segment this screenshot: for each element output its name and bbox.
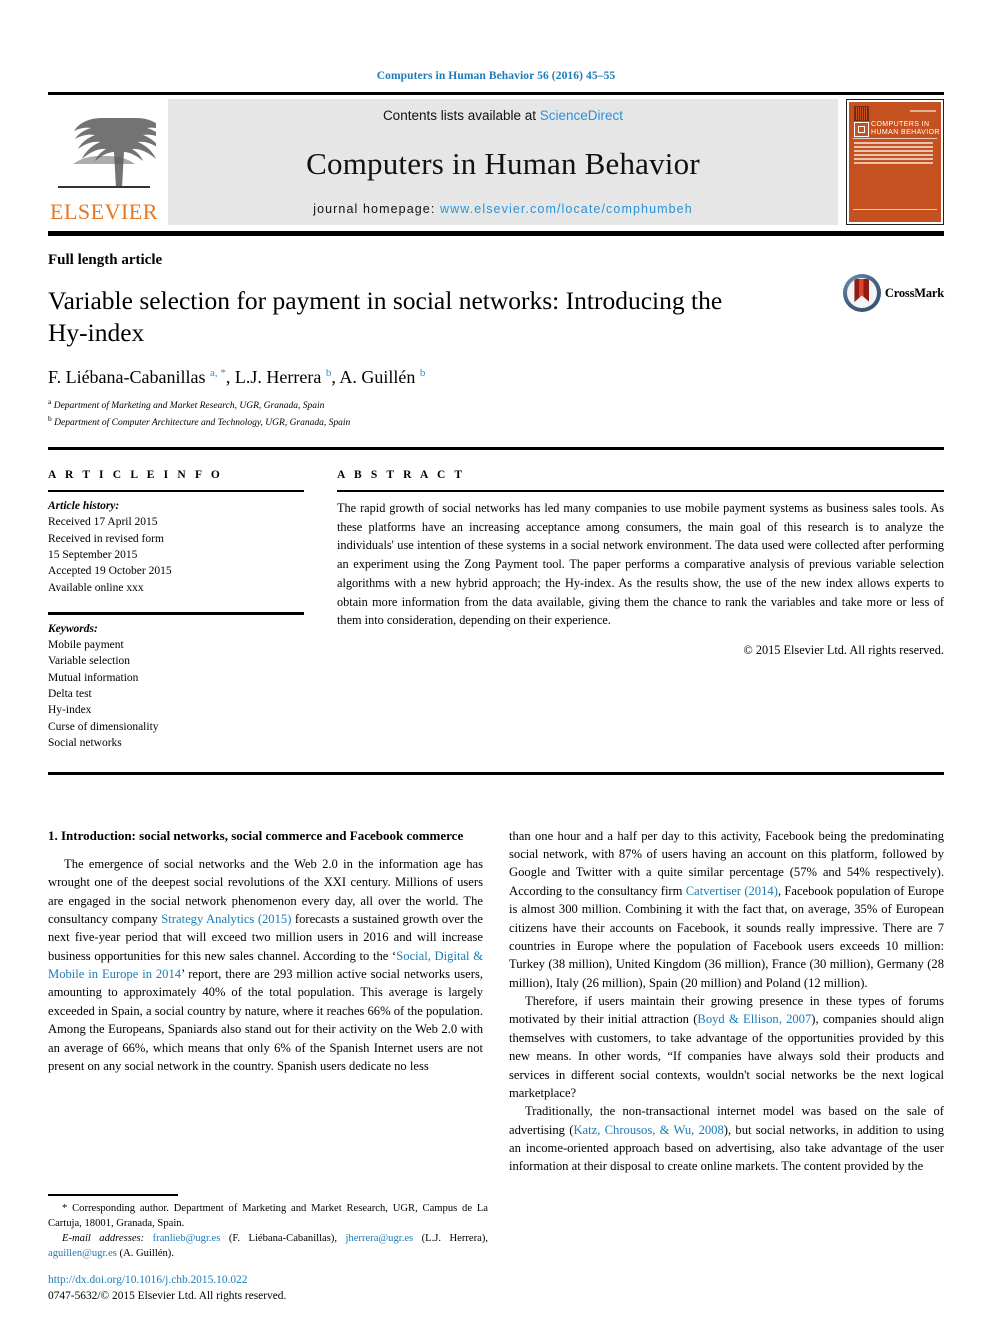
contents-line: Contents lists available at ScienceDirec…	[168, 108, 838, 123]
citation-link[interactable]: Catvertiser (2014)	[686, 884, 778, 898]
cover-title-line2: HUMAN BEHAVIOR	[871, 129, 940, 136]
masthead: ELSEVIER Contents lists available at Sci…	[48, 99, 944, 225]
journal-banner: Contents lists available at ScienceDirec…	[168, 99, 838, 225]
elsevier-logo: ELSEVIER	[48, 99, 160, 225]
email-link[interactable]: franlieb@ugr.es	[153, 1233, 221, 1244]
header-rule	[48, 92, 944, 95]
masthead-bottom-rule	[48, 231, 944, 236]
corresponding-author-footnote: * Corresponding author. Department of Ma…	[48, 1194, 488, 1261]
crossmark-icon	[842, 274, 881, 312]
article-info-heading: A R T I C L E I N F O	[48, 468, 223, 481]
corresponding-author-line: * Corresponding author. Department of Ma…	[48, 1202, 488, 1229]
crossmark-badge[interactable]: CrossMark	[842, 274, 944, 312]
cover-title-line1: COMPUTERS IN	[871, 121, 930, 128]
elsevier-tree-icon	[58, 118, 156, 188]
keywords-block: Keywords: Mobile payment Variable selecti…	[48, 615, 304, 752]
email-owner: (L.J. Herrera),	[413, 1232, 488, 1244]
keyword-item: Mutual information	[48, 671, 139, 684]
cover-art: COMPUTERS IN HUMAN BEHAVIOR	[849, 102, 941, 222]
author-list: F. Liébana-Cabanillas a, *, L.J. Herrera…	[48, 366, 426, 387]
citation-link[interactable]: Boyd & Ellison, 2007	[697, 1012, 811, 1026]
footnote-rule	[48, 1194, 178, 1196]
keywords-label: Keywords:	[48, 622, 98, 635]
email-link[interactable]: aguillen@ugr.es	[48, 1248, 117, 1259]
body-columns: 1. Introduction: social networks, social…	[48, 827, 944, 1176]
article-history: Article history: Received 17 April 2015 R…	[48, 492, 304, 596]
abstract-bottom-rule	[48, 772, 944, 775]
keyword-item: Curse of dimensionality	[48, 720, 159, 733]
keyword-item: Delta test	[48, 687, 92, 700]
running-head: Computers in Human Behavior 56 (2016) 45…	[376, 70, 616, 82]
cover-text-lines	[854, 142, 933, 166]
affiliation-item: b Department of Computer Architecture an…	[48, 413, 351, 428]
page-title: Variable selection for payment in social…	[48, 286, 723, 347]
body-paragraph: The emergence of social networks and the…	[48, 856, 483, 1073]
body-paragraph: Therefore, if users maintain their growi…	[509, 994, 944, 1100]
cover-top-rule	[910, 110, 936, 112]
abstract-heading: A B S T R A C T	[337, 468, 466, 481]
issn-copyright-line: 0747-5632/© 2015 Elsevier Ltd. All right…	[48, 1290, 287, 1303]
journal-title: Computers in Human Behavior	[306, 145, 700, 181]
keyword-items: Mobile payment Variable selection Mutual i…	[48, 637, 304, 751]
email-addresses-label: E-mail addresses:	[62, 1232, 153, 1244]
body-paragraph: Traditionally, the non-transactional int…	[509, 1104, 944, 1174]
elsevier-wordmark: ELSEVIER	[50, 199, 158, 224]
cover-divider-bottom	[853, 209, 937, 210]
section-heading-introduction: 1. Introduction: social networks, social…	[48, 827, 464, 843]
left-column-paragraphs: The emergence of social networks and the…	[48, 855, 483, 1076]
article-type: Full length article	[48, 252, 163, 268]
footnote-text: * Corresponding author. Department of Ma…	[48, 1201, 488, 1261]
article-history-item: 15 September 2015	[48, 549, 138, 562]
sciencedirect-link[interactable]: ScienceDirect	[540, 108, 623, 123]
keyword-item: Variable selection	[48, 655, 131, 668]
keyword-item: Hy-index	[48, 704, 92, 717]
article-history-item: Accepted 19 October 2015	[48, 565, 172, 578]
abstract-text: The rapid growth of social networks has …	[337, 501, 944, 628]
affiliation-list: a Department of Marketing and Market Res…	[48, 397, 944, 431]
email-owner: (A. Guillén).	[116, 1247, 174, 1259]
journal-article-page: Computers in Human Behavior 56 (2016) 45…	[0, 0, 992, 1323]
homepage-url-link[interactable]: www.elsevier.com/locate/comphumbeh	[440, 202, 693, 216]
article-history-items: Received 17 April 2015 Received in revise…	[48, 514, 304, 596]
article-history-item: Received 17 April 2015	[48, 516, 158, 529]
page-bottom-meta: http://dx.doi.org/10.1016/j.chb.2015.10.…	[48, 1272, 286, 1305]
journal-cover-thumbnail: COMPUTERS IN HUMAN BEHAVIOR	[846, 99, 944, 225]
doi-link[interactable]: http://dx.doi.org/10.1016/j.chb.2015.10.…	[48, 1272, 286, 1289]
keyword-item: Mobile payment	[48, 638, 124, 651]
article-head: Full length article Variable selection f…	[48, 252, 944, 431]
crossmark-label: CrossMark	[884, 285, 944, 300]
email-link[interactable]: jherrera@ugr.es	[345, 1233, 413, 1244]
email-owner: (F. Liébana-Cabanillas),	[220, 1232, 346, 1244]
citation-link[interactable]: Social, Digital & Mobile in Europe in 20…	[48, 949, 483, 981]
abstract-column: A B S T R A C T The rapid growth of soci…	[337, 469, 944, 752]
affiliation-item: a Department of Marketing and Market Res…	[48, 396, 325, 411]
cover-badge-icon	[854, 122, 869, 137]
body-column-right: than one hour and a half per day to this…	[509, 827, 944, 1176]
contents-prefix: Contents lists available at	[382, 108, 540, 123]
body-column-left: 1. Introduction: social networks, social…	[48, 827, 483, 1176]
info-abstract-row: A R T I C L E I N F O Article history: R…	[48, 450, 944, 752]
keyword-item: Social networks	[48, 736, 122, 749]
citation-link[interactable]: Katz, Chrousos, & Wu, 2008	[573, 1123, 723, 1137]
abstract-copyright: © 2015 Elsevier Ltd. All rights reserved…	[743, 642, 944, 657]
right-column-paragraphs: than one hour and a half per day to this…	[509, 827, 944, 1176]
article-history-item: Received in revised form	[48, 532, 164, 545]
cover-divider-top	[853, 138, 937, 139]
homepage-label: journal homepage:	[313, 202, 441, 216]
article-history-label: Article history:	[48, 500, 120, 513]
article-info-column: A R T I C L E I N F O Article history: R…	[48, 469, 304, 752]
body-paragraph: than one hour and a half per day to this…	[509, 828, 944, 990]
cover-elsevier-mark-icon	[854, 106, 869, 121]
article-history-item: Available online xxx	[48, 581, 144, 594]
journal-homepage-line: journal homepage: www.elsevier.com/locat…	[168, 202, 838, 216]
email-addresses-line: E-mail addresses: franlieb@ugr.es (F. Li…	[48, 1231, 488, 1261]
citation-link[interactable]: Strategy Analytics (2015)	[161, 912, 291, 926]
